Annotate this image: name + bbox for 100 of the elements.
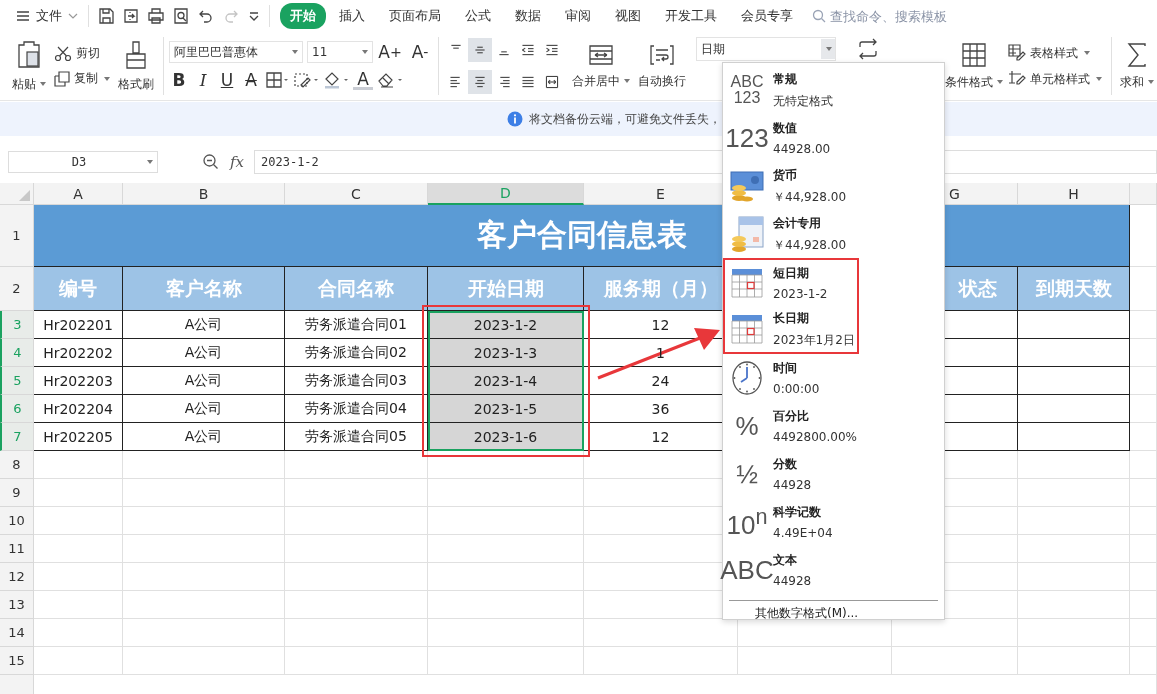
save-icon[interactable] bbox=[97, 7, 115, 25]
table-cell bbox=[1130, 563, 1157, 591]
column-header[interactable]: A bbox=[34, 183, 123, 205]
table-cell bbox=[1130, 591, 1157, 619]
format-glyph-icon: % bbox=[735, 413, 759, 439]
column-heading: 客户名称 bbox=[123, 267, 285, 311]
column-heading: 开始日期 bbox=[428, 267, 584, 311]
conditional-format-button[interactable]: 条件格式 bbox=[944, 39, 1004, 93]
table-cell bbox=[1130, 451, 1157, 479]
table-cell: 2023-1-4 bbox=[428, 367, 584, 395]
menu-tab[interactable]: 插入 bbox=[328, 3, 376, 29]
paint-bucket-icon[interactable] bbox=[323, 71, 349, 89]
strike-button[interactable]: A bbox=[241, 69, 261, 91]
caret-icon bbox=[40, 82, 46, 86]
table-cell: 劳务派遣合同03 bbox=[285, 367, 428, 395]
file-menu[interactable]: 文件 bbox=[12, 5, 82, 27]
paste-button[interactable]: 粘贴 bbox=[8, 37, 50, 95]
row-header[interactable]: 13 bbox=[0, 591, 34, 619]
format-option[interactable]: 短日期 2023-1-2 bbox=[723, 258, 859, 306]
cut-button[interactable]: 剪切 bbox=[54, 45, 110, 62]
row-header[interactable]: 10 bbox=[0, 507, 34, 535]
table-cell: 2023-1-2 bbox=[428, 311, 584, 339]
calendar-icon bbox=[731, 268, 763, 298]
menu-tab[interactable]: 页面布局 bbox=[378, 3, 452, 29]
cell-style-button[interactable]: 单元格样式 bbox=[1008, 70, 1102, 88]
format-option[interactable]: ABC 123 常规 无特定格式 bbox=[723, 66, 944, 114]
menu-tab[interactable]: 视图 bbox=[604, 3, 652, 29]
table-cell bbox=[1130, 479, 1157, 507]
notice-text: 将文档备份云端，可避免文件丢失， bbox=[528, 110, 721, 128]
row-header[interactable]: 9 bbox=[0, 479, 34, 507]
menu-tab[interactable]: 公式 bbox=[454, 3, 502, 29]
bold-button[interactable]: B bbox=[169, 69, 189, 91]
menu-tab[interactable]: 会员专享 bbox=[730, 3, 804, 29]
row-header[interactable]: 12 bbox=[0, 563, 34, 591]
table-cell: A公司 bbox=[123, 395, 285, 423]
table-cell: A公司 bbox=[123, 367, 285, 395]
font-size-field[interactable]: 11 bbox=[307, 41, 373, 63]
format-glyph-icon: ABC 123 bbox=[730, 74, 764, 106]
row-header[interactable]: 11 bbox=[0, 535, 34, 563]
name-box[interactable]: D3 bbox=[8, 151, 158, 173]
format-painter-button[interactable]: 格式刷 bbox=[114, 37, 158, 95]
table-cell: Hr202205 bbox=[34, 423, 123, 451]
cell-fill-icon[interactable] bbox=[293, 71, 319, 89]
column-header[interactable]: H bbox=[1018, 183, 1130, 205]
brush-icon bbox=[124, 39, 148, 70]
merge-center-button[interactable]: 合并居中 bbox=[568, 40, 634, 92]
middle-align-icon[interactable] bbox=[468, 38, 492, 62]
column-heading: 合同名称 bbox=[285, 267, 428, 311]
more-formats-link[interactable]: 其他数字格式(M)... bbox=[723, 605, 944, 622]
table-cell bbox=[1130, 395, 1157, 423]
calendar-icon bbox=[731, 314, 763, 344]
wrap-text-button[interactable]: 自动换行 bbox=[634, 40, 690, 92]
row-header[interactable]: 8 bbox=[0, 451, 34, 479]
clipboard-icon bbox=[16, 39, 42, 70]
center-align-icon[interactable] bbox=[468, 70, 492, 94]
table-cell bbox=[1130, 205, 1157, 267]
print-preview-icon[interactable] bbox=[172, 7, 190, 25]
convert-icon[interactable] bbox=[856, 37, 880, 61]
export-icon[interactable] bbox=[122, 7, 140, 25]
format-option[interactable]: 长日期 2023年1月2日 bbox=[723, 306, 859, 354]
underline-button[interactable]: U bbox=[217, 69, 237, 91]
font-family-field[interactable]: 阿里巴巴普惠体 bbox=[169, 41, 303, 63]
table-style-button[interactable]: 表格样式 bbox=[1008, 44, 1102, 62]
italic-button[interactable]: I bbox=[193, 69, 213, 91]
chevron-icon bbox=[68, 12, 78, 20]
number-format-field[interactable]: 日期 bbox=[696, 37, 836, 61]
coins-banknote-icon bbox=[729, 168, 765, 204]
print-icon[interactable] bbox=[147, 7, 165, 25]
format-glyph-icon: ½ bbox=[736, 461, 758, 487]
search-icon bbox=[812, 9, 826, 23]
caret-icon bbox=[624, 79, 630, 83]
format-option[interactable]: 会计专用 ￥44,928.00 bbox=[723, 210, 944, 258]
table-cell bbox=[1130, 423, 1157, 451]
row-header[interactable]: 15 bbox=[0, 647, 34, 675]
eraser-icon[interactable] bbox=[377, 71, 403, 89]
sum-button[interactable]: 求和 bbox=[1119, 39, 1155, 93]
menu-tab[interactable]: 数据 bbox=[504, 3, 552, 29]
caret-icon bbox=[826, 47, 832, 51]
zoom-out-icon[interactable] bbox=[202, 153, 220, 171]
column-header[interactable]: C bbox=[285, 183, 428, 205]
table-grid-icon bbox=[961, 41, 987, 68]
borders-icon[interactable] bbox=[265, 71, 289, 89]
function-button[interactable]: fx bbox=[230, 153, 244, 171]
menu-tab[interactable]: 开发工具 bbox=[654, 3, 728, 29]
row-header[interactable]: 1 bbox=[0, 205, 34, 267]
copy-icon bbox=[54, 70, 70, 87]
row-header[interactable]: 14 bbox=[0, 619, 34, 647]
table-cell bbox=[1130, 535, 1157, 563]
font-color-button[interactable]: A bbox=[353, 70, 373, 90]
table-cell: 劳务派遣合同04 bbox=[285, 395, 428, 423]
table-cell: Hr202204 bbox=[34, 395, 123, 423]
table-cell: 2023-1-6 bbox=[428, 423, 584, 451]
row-header[interactable]: 2 bbox=[0, 267, 34, 311]
column-header[interactable]: B bbox=[123, 183, 285, 205]
menu-tab[interactable]: 审阅 bbox=[554, 3, 602, 29]
table-cell: 2023-1-3 bbox=[428, 339, 584, 367]
format-option[interactable]: ½ 分数 44928 bbox=[723, 450, 944, 498]
table-cell bbox=[1130, 647, 1157, 675]
copy-button[interactable]: 复制 bbox=[54, 70, 110, 87]
format-option[interactable]: 10$^{n}$ 科学记数 4.49E+04 bbox=[723, 498, 944, 546]
